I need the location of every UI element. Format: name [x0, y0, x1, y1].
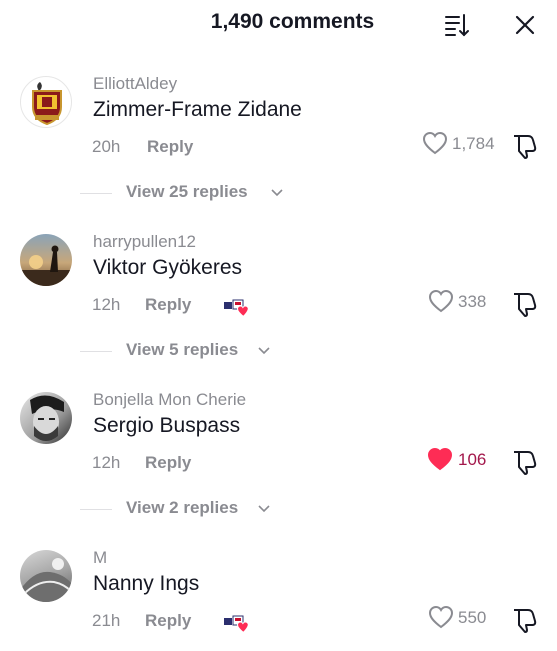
reply-button[interactable]: Reply	[145, 295, 191, 315]
divider-line	[80, 351, 112, 352]
close-icon[interactable]	[513, 13, 537, 37]
view-replies-label: View 2 replies	[126, 498, 239, 517]
chevron-down-icon	[271, 189, 283, 197]
comments-count-title: 1,490 comments	[210, 10, 375, 33]
comment-item: ElliottAldey Zimmer-Frame Zidane 20h Rep…	[0, 74, 557, 206]
divider-line	[80, 193, 112, 194]
heart-icon	[427, 447, 453, 471]
heart-icon	[422, 131, 448, 155]
view-replies-label: View 25 replies	[126, 182, 248, 201]
comment-username[interactable]: ElliottAldey	[93, 74, 177, 94]
comment-username[interactable]: Bonjella Mon Cherie	[93, 390, 246, 410]
creator-liked-badge	[224, 299, 249, 318]
avatar[interactable]	[20, 550, 72, 602]
dislike-icon[interactable]	[510, 132, 538, 160]
dislike-icon[interactable]	[510, 606, 538, 634]
profile-photo-image	[20, 558, 72, 602]
heart-icon	[428, 289, 454, 313]
profile-photo-image	[20, 245, 72, 286]
comments-header: 1,490 comments	[0, 0, 557, 48]
comment-text: Nanny Ings	[93, 572, 200, 595]
comment-timestamp: 20h	[92, 137, 121, 156]
comment-item: Bonjella Mon Cherie Sergio Buspass 12h R…	[0, 390, 557, 522]
chevron-down-icon	[258, 505, 270, 513]
like-count: 1,784	[452, 134, 495, 153]
like-count: 338	[458, 292, 487, 311]
comment-text: Sergio Buspass	[93, 414, 241, 437]
chevron-down-icon	[258, 347, 270, 355]
comment-item: M Nanny Ings 21h Reply 550	[0, 548, 557, 651]
dislike-icon[interactable]	[510, 448, 538, 476]
like-count: 550	[458, 608, 487, 627]
reply-button[interactable]: Reply	[147, 137, 193, 157]
sort-icon[interactable]	[444, 12, 470, 38]
reply-button[interactable]: Reply	[145, 453, 191, 473]
avatar[interactable]	[20, 234, 72, 286]
comment-timestamp: 12h	[92, 453, 121, 472]
comment-text: Viktor Gyökeres	[93, 256, 242, 279]
comment-text: Zimmer-Frame Zidane	[93, 98, 302, 121]
club-crest-image	[32, 82, 62, 126]
dislike-icon[interactable]	[510, 290, 538, 318]
comment-username[interactable]: harrypullen12	[93, 232, 196, 252]
profile-photo-image	[30, 395, 64, 441]
comment-timestamp: 21h	[92, 611, 121, 630]
avatar[interactable]	[20, 392, 72, 444]
avatar[interactable]	[20, 76, 72, 128]
view-replies-label: View 5 replies	[126, 340, 239, 359]
comment-timestamp: 12h	[92, 295, 121, 314]
creator-liked-badge	[224, 615, 249, 634]
like-count: 106	[458, 450, 487, 469]
heart-icon	[428, 605, 454, 629]
comment-username[interactable]: M	[93, 548, 107, 568]
divider-line	[80, 509, 112, 510]
comment-item: harrypullen12 Viktor Gyökeres 12h Reply …	[0, 232, 557, 364]
reply-button[interactable]: Reply	[145, 611, 191, 631]
